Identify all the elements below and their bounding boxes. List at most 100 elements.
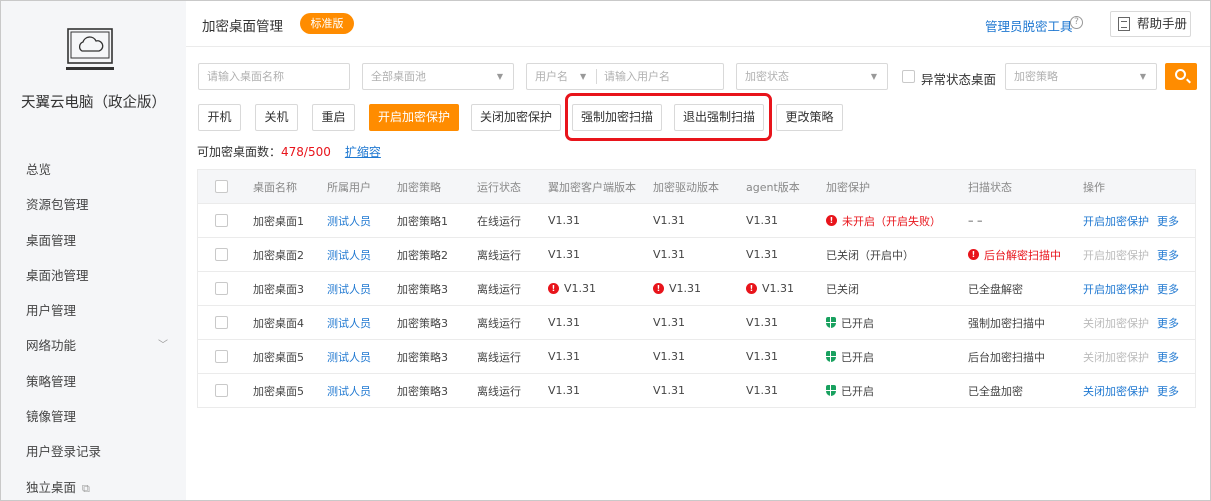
- user-link[interactable]: 测试人员: [327, 315, 371, 331]
- desktop-name-input[interactable]: 请输入桌面名称: [198, 63, 350, 90]
- scan-status: 后台加密扫描中: [968, 350, 1045, 364]
- sidebar-item[interactable]: 资源包管理: [1, 187, 186, 222]
- version-text: V1.31: [548, 350, 581, 363]
- table-cell: V1.31: [548, 306, 580, 339]
- more-link[interactable]: 更多: [1157, 349, 1179, 365]
- shield-icon: [826, 385, 836, 396]
- policy-name: 加密策略3: [397, 350, 448, 364]
- power-off-button[interactable]: 关机: [255, 104, 298, 131]
- version-text: V1.31: [548, 316, 581, 329]
- restart-button[interactable]: 重启: [312, 104, 355, 131]
- sidebar-item[interactable]: 独立桌面 ⧉: [1, 470, 186, 501]
- more-link[interactable]: 更多: [1157, 281, 1179, 297]
- sidebar-item-label: 策略管理: [26, 373, 77, 389]
- sidebar-item[interactable]: 桌面管理: [1, 223, 186, 258]
- caret-down-icon: ▼: [580, 72, 587, 81]
- user-field-select[interactable]: 用户名: [535, 70, 568, 83]
- table-row: 加密桌面4 测试人员 加密策略3 离线运行 V1.31 V1.31 V1.31 已开启 强制加密…: [198, 305, 1195, 339]
- sidebar-item[interactable]: 用户管理: [1, 293, 186, 328]
- sidebar-item-label: 镜像管理: [26, 409, 77, 425]
- user-search-group[interactable]: 用户名 ▼ 请输入用户名: [526, 63, 724, 90]
- sidebar: 天翼云电脑（政企版） 总览 资源包管理 桌面管理 桌面池管理 用户管理 网络功能 ﹀ 策略管理…: [1, 1, 186, 500]
- row-checkbox[interactable]: [215, 282, 228, 295]
- expand-capacity-link[interactable]: 扩缩容: [345, 145, 381, 159]
- sidebar-item[interactable]: 镜像管理: [1, 399, 186, 434]
- table-header: 桌面名称 所属用户 加密策略 运行状态 翼加密客户端版本 加密驱动版本 agent版本 加密保…: [198, 170, 1195, 203]
- table-cell: 已开启: [826, 306, 874, 339]
- protection-toggle-link[interactable]: 开启加密保护: [1083, 281, 1149, 297]
- sidebar-item[interactable]: 桌面池管理: [1, 258, 186, 293]
- row-checkbox[interactable]: [215, 248, 228, 261]
- sidebar-item[interactable]: 网络功能 ﹀: [1, 328, 186, 363]
- run-status: 在线运行: [477, 214, 521, 228]
- version-text: V1.31: [548, 214, 581, 227]
- user-link[interactable]: 测试人员: [327, 349, 371, 365]
- more-link[interactable]: 更多: [1157, 315, 1179, 331]
- protection-toggle-link[interactable]: 关闭加密保护: [1083, 383, 1149, 399]
- column-header: 翼加密客户端版本: [548, 180, 636, 194]
- row-checkbox[interactable]: [215, 350, 228, 363]
- sidebar-item[interactable]: 用户登录记录: [1, 434, 186, 469]
- sidebar-item-label: 桌面池管理: [26, 267, 89, 283]
- table-cell: 加密策略2: [397, 238, 448, 271]
- question-icon[interactable]: ?: [1070, 16, 1083, 29]
- alert-icon: !: [548, 283, 559, 294]
- run-status: 离线运行: [477, 282, 521, 296]
- more-link[interactable]: 更多: [1157, 213, 1179, 229]
- divider: [596, 69, 597, 84]
- more-link[interactable]: 更多: [1157, 383, 1179, 399]
- row-checkbox[interactable]: [215, 316, 228, 329]
- page-title: 加密桌面管理: [202, 19, 283, 35]
- scan-status: 已全盘解密: [968, 282, 1023, 296]
- desktop-name: 加密桌面1: [253, 214, 304, 228]
- protection-toggle-link[interactable]: 开启加密保护: [1083, 213, 1149, 229]
- row-checkbox[interactable]: [215, 214, 228, 227]
- table-cell: 离线运行: [477, 272, 521, 305]
- column-header: agent版本: [746, 180, 800, 194]
- table-cell: ! V1.31: [548, 272, 596, 305]
- sidebar-item[interactable]: 总览: [1, 152, 186, 187]
- disable-protection-button[interactable]: 关闭加密保护: [471, 104, 561, 131]
- sidebar-item-label: 总览: [26, 162, 52, 177]
- sidebar-item-label: 网络功能: [26, 338, 77, 354]
- search-button[interactable]: [1165, 63, 1197, 90]
- table-cell: 测试人员: [327, 204, 371, 237]
- enable-protection-button[interactable]: 开启加密保护: [369, 104, 459, 131]
- select-all-checkbox[interactable]: [215, 180, 228, 193]
- user-link[interactable]: 测试人员: [327, 213, 371, 229]
- quota-line: 可加密桌面数：478/500 扩缩容: [197, 143, 381, 160]
- table-cell: 在线运行: [477, 204, 521, 237]
- version-text: V1.31: [746, 350, 779, 363]
- encryption-policy-select[interactable]: 加密策略 ▼: [1005, 63, 1157, 90]
- column-header: 所属用户: [327, 180, 371, 194]
- more-link[interactable]: 更多: [1157, 247, 1179, 263]
- table-cell: 离线运行: [477, 340, 521, 373]
- version-text: V1.31: [746, 384, 779, 397]
- sidebar-item-label: 用户登录记录: [26, 444, 102, 460]
- admin-decrypt-tool-link[interactable]: 管理员脱密工具: [985, 16, 1073, 35]
- power-on-button[interactable]: 开机: [198, 104, 241, 131]
- version-text: V1.31: [762, 282, 795, 295]
- user-link[interactable]: 测试人员: [327, 281, 371, 297]
- table-cell: 关闭加密保护 更多: [1083, 374, 1179, 407]
- encryption-status-select[interactable]: 加密状态 ▼: [736, 63, 888, 90]
- sidebar-item-label: 桌面管理: [26, 232, 77, 248]
- abnormal-status-checkbox[interactable]: [902, 70, 915, 83]
- user-link[interactable]: 测试人员: [327, 383, 371, 399]
- protection-toggle-link: 关闭加密保护: [1083, 316, 1149, 330]
- table-cell: 加密策略3: [397, 306, 448, 339]
- desktop-name: 加密桌面5: [253, 350, 304, 364]
- table-cell: V1.31: [653, 306, 685, 339]
- table-cell: 开启加密保护 更多: [1083, 238, 1179, 271]
- desktop-pool-select[interactable]: 全部桌面池 ▼: [362, 63, 514, 90]
- table-cell: V1.31: [548, 204, 580, 237]
- change-policy-button[interactable]: 更改策略: [776, 104, 843, 131]
- row-checkbox[interactable]: [215, 384, 228, 397]
- table-cell: 加密桌面5: [253, 374, 304, 407]
- username-input[interactable]: 请输入用户名: [604, 64, 670, 89]
- user-link[interactable]: 测试人员: [327, 247, 371, 263]
- sidebar-item[interactable]: 策略管理: [1, 364, 186, 399]
- top-bar: 加密桌面管理 标准版 管理员脱密工具 ? 帮助手册: [186, 1, 1210, 47]
- help-manual-button[interactable]: 帮助手册: [1110, 11, 1191, 37]
- abnormal-status-label: 异常状态桌面: [921, 72, 997, 87]
